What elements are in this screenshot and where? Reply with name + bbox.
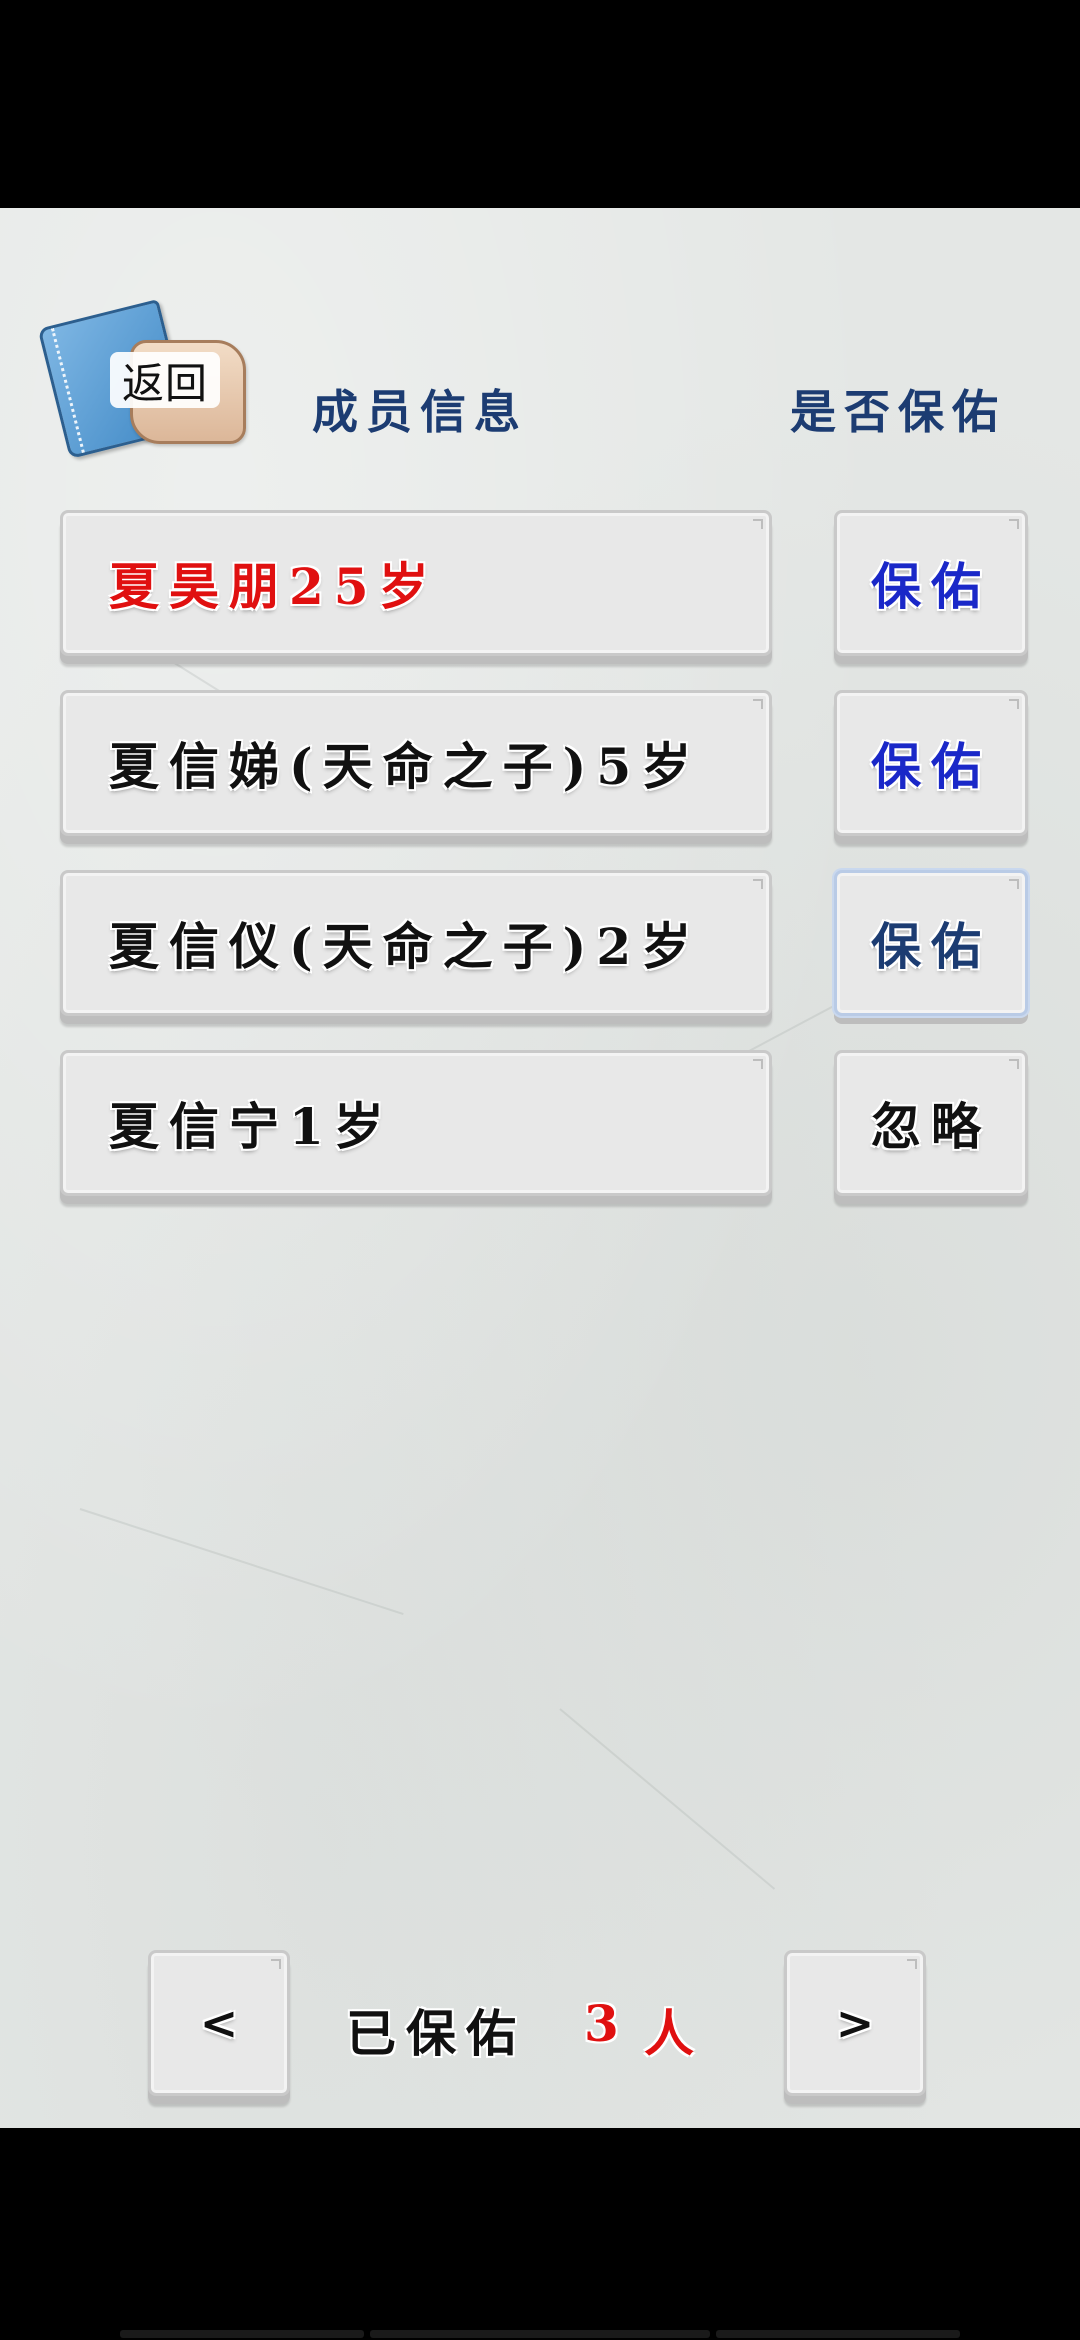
protect-toggle-button[interactable]: 保佑 bbox=[834, 870, 1028, 1016]
member-info-header: 成员信息 bbox=[312, 385, 528, 439]
prev-page-button[interactable]: < bbox=[148, 1950, 290, 2096]
next-arrow-icon: > bbox=[835, 1996, 875, 2050]
back-label: 返回 bbox=[110, 352, 220, 408]
nav-segment[interactable] bbox=[120, 2330, 364, 2338]
blessed-label: 已保佑 bbox=[346, 2004, 526, 2063]
member-name: 夏昊朋25岁 bbox=[109, 557, 439, 616]
system-nav-bar bbox=[0, 2326, 1080, 2340]
member-row: 夏信宁1岁 忽略 bbox=[0, 1040, 1080, 1220]
nav-segment[interactable] bbox=[370, 2330, 710, 2338]
protect-action-label: 保佑 bbox=[871, 737, 991, 796]
pagination-footer: < 已保佑 3 人 > bbox=[0, 1950, 1080, 2110]
member-name: 夏信宁1岁 bbox=[109, 1097, 394, 1156]
next-page-button[interactable]: > bbox=[784, 1950, 926, 2096]
back-button[interactable]: 返回 bbox=[37, 298, 246, 460]
protect-action-label: 保佑 bbox=[871, 557, 991, 616]
member-row: 夏信仪(天命之子)2岁 保佑 bbox=[0, 860, 1080, 1040]
member-name-button[interactable]: 夏信仪(天命之子)2岁 bbox=[60, 870, 772, 1016]
member-row: 夏信娣(天命之子)5岁 保佑 bbox=[0, 680, 1080, 860]
member-list: 夏昊朋25岁 保佑 夏信娣(天命之子)5岁 保佑 夏信仪(天命之子)2岁 保佑 bbox=[0, 500, 1080, 1220]
blessed-count: 3 bbox=[584, 1994, 629, 2053]
protect-status-header: 是否保佑 bbox=[790, 385, 1006, 439]
blessed-unit: 人 bbox=[644, 2004, 704, 2063]
member-name-button[interactable]: 夏昊朋25岁 bbox=[60, 510, 772, 656]
protect-action-label: 保佑 bbox=[871, 917, 991, 976]
ignore-toggle-button[interactable]: 忽略 bbox=[834, 1050, 1028, 1196]
game-screen: 返回 成员信息 是否保佑 夏昊朋25岁 保佑 夏信娣(天命之子)5岁 保佑 夏信… bbox=[0, 208, 1080, 2128]
protect-toggle-button[interactable]: 保佑 bbox=[834, 510, 1028, 656]
paper-texture bbox=[79, 1508, 404, 1616]
nav-segment[interactable] bbox=[716, 2330, 960, 2338]
ignore-action-label: 忽略 bbox=[871, 1097, 991, 1156]
member-row: 夏昊朋25岁 保佑 bbox=[0, 500, 1080, 680]
prev-arrow-icon: < bbox=[199, 1996, 239, 2050]
member-name-button[interactable]: 夏信娣(天命之子)5岁 bbox=[60, 690, 772, 836]
paper-texture bbox=[559, 1708, 776, 1890]
protect-toggle-button[interactable]: 保佑 bbox=[834, 690, 1028, 836]
member-name-button[interactable]: 夏信宁1岁 bbox=[60, 1050, 772, 1196]
member-name: 夏信娣(天命之子)5岁 bbox=[109, 737, 702, 796]
member-name: 夏信仪(天命之子)2岁 bbox=[109, 917, 702, 976]
